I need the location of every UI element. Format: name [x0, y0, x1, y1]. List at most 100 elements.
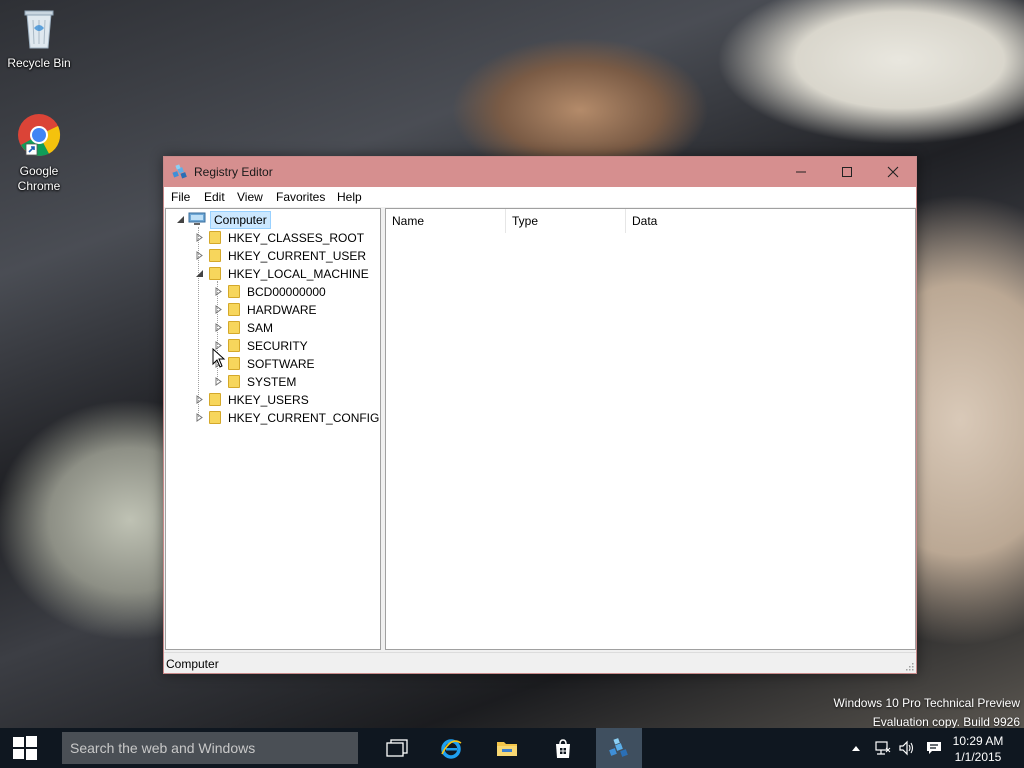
menu-bar: File Edit View Favorites Help: [164, 187, 916, 207]
minimize-button[interactable]: [778, 157, 824, 187]
taskbar-store[interactable]: [540, 728, 586, 768]
chrome-icon: [2, 112, 76, 162]
folder-icon: [228, 321, 240, 334]
tree-node-label: SOFTWARE: [247, 357, 315, 371]
search-box[interactable]: [62, 732, 358, 764]
column-header-name[interactable]: Name: [386, 209, 506, 233]
close-icon: [887, 166, 899, 178]
tree-node-hkey-current-config[interactable]: HKEY_CURRENT_CONFIG: [195, 409, 395, 427]
watermark: Windows 10 Pro Technical Preview Evaluat…: [720, 694, 1020, 732]
menu-file[interactable]: File: [171, 190, 190, 204]
expand-arrow-icon[interactable]: [214, 305, 223, 314]
start-button[interactable]: [0, 728, 50, 768]
folder-icon: [228, 285, 240, 298]
title-bar[interactable]: Registry Editor: [164, 157, 916, 187]
tree-node-label: Computer: [210, 211, 271, 229]
windows-logo-icon: [13, 736, 37, 760]
registry-editor-icon: [172, 164, 188, 183]
taskbar-internet-explorer[interactable]: [428, 728, 474, 768]
tree-node-label: SAM: [247, 321, 274, 335]
column-header-data[interactable]: Data: [626, 209, 915, 233]
task-view-icon: [386, 739, 408, 757]
folder-icon: [209, 267, 221, 280]
notifications-icon[interactable]: [926, 740, 942, 756]
volume-icon[interactable]: [898, 740, 916, 756]
desktop-icon-label: Recycle Bin: [7, 56, 71, 70]
window-title: Registry Editor: [194, 165, 273, 179]
expand-arrow-icon[interactable]: [195, 413, 204, 422]
tree-node-label: HKEY_LOCAL_MACHINE: [228, 267, 369, 281]
folder-icon: [228, 357, 240, 370]
tree-node-label: HKEY_USERS: [228, 393, 309, 407]
taskbar-file-explorer[interactable]: [484, 728, 530, 768]
tree-node-hardware[interactable]: HARDWARE: [214, 301, 414, 319]
menu-edit[interactable]: Edit: [204, 190, 225, 204]
folder-icon: [228, 339, 240, 352]
tree-node-label: HKEY_CURRENT_CONFIG: [228, 411, 380, 425]
expand-arrow-icon[interactable]: [195, 395, 204, 404]
collapse-arrow-icon[interactable]: [176, 215, 185, 224]
tree-node-sam[interactable]: SAM: [214, 319, 414, 337]
close-button[interactable]: [870, 157, 916, 187]
search-input[interactable]: [62, 732, 358, 764]
status-bar: Computer: [164, 652, 916, 673]
column-header-type[interactable]: Type: [506, 209, 626, 233]
computer-icon: [188, 212, 206, 229]
tree-node-hkey-current-user[interactable]: HKEY_CURRENT_USER: [195, 247, 395, 265]
folder-icon: [209, 249, 221, 262]
collapse-arrow-icon[interactable]: [195, 269, 204, 278]
show-hidden-icons-icon[interactable]: [851, 744, 861, 752]
network-icon[interactable]: [874, 740, 892, 756]
maximize-icon: [842, 167, 852, 177]
status-path: Computer: [166, 657, 219, 671]
folder-icon: [209, 231, 221, 244]
clock[interactable]: 10:29 AM 1/1/2015: [950, 733, 1006, 765]
maximize-button[interactable]: [824, 157, 870, 187]
menu-view[interactable]: View: [237, 190, 263, 204]
folder-icon: [209, 393, 221, 406]
registry-values-pane[interactable]: Name Type Data: [385, 208, 916, 650]
menu-help[interactable]: Help: [337, 190, 362, 204]
taskbar-registry-editor[interactable]: [596, 728, 642, 768]
tree-node-label: HARDWARE: [247, 303, 317, 317]
clock-time: 10:29 AM: [952, 734, 1004, 748]
expand-arrow-icon[interactable]: [195, 251, 204, 260]
expand-arrow-icon[interactable]: [214, 377, 223, 386]
tree-node-label: SECURITY: [247, 339, 308, 353]
tree-node-software[interactable]: SOFTWARE: [214, 355, 414, 373]
task-view-button[interactable]: [374, 728, 420, 768]
folder-icon: [228, 375, 240, 388]
tree-node-bcd00000000[interactable]: BCD00000000: [214, 283, 414, 301]
desktop-icon-label: Google Chrome: [17, 164, 61, 193]
expand-arrow-icon[interactable]: [214, 323, 223, 332]
tree-node-hkey-local-machine[interactable]: HKEY_LOCAL_MACHINE: [195, 265, 395, 283]
tree-node-system[interactable]: SYSTEM: [214, 373, 414, 391]
registry-tree-pane[interactable]: Computer HKEY_CLASSES_ROOT HKEY_CURRENT_…: [165, 208, 381, 650]
tree-node-label: BCD00000000: [247, 285, 326, 299]
resize-grip-icon[interactable]: [904, 661, 914, 671]
store-icon: [556, 739, 570, 758]
expand-arrow-icon[interactable]: [214, 287, 223, 296]
taskbar: 10:29 AM 1/1/2015: [0, 728, 1024, 768]
tree-node-computer[interactable]: Computer: [176, 211, 376, 229]
mouse-cursor-icon: [212, 348, 226, 368]
registry-editor-window: Registry Editor File Edit View Favorites…: [163, 156, 917, 674]
clock-date: 1/1/2015: [954, 750, 1002, 764]
folder-icon: [228, 303, 240, 316]
registry-editor-icon: [609, 738, 628, 757]
tree-node-hkey-users[interactable]: HKEY_USERS: [195, 391, 395, 409]
desktop-icon-google-chrome[interactable]: Google Chrome: [2, 112, 76, 194]
folder-icon: [209, 411, 221, 424]
desktop-icon-recycle-bin[interactable]: Recycle Bin: [2, 6, 76, 71]
system-tray: 10:29 AM 1/1/2015: [846, 728, 1024, 768]
minimize-icon: [796, 171, 806, 173]
expand-arrow-icon[interactable]: [195, 233, 204, 242]
menu-favorites[interactable]: Favorites: [276, 190, 325, 204]
tree-node-hkey-classes-root[interactable]: HKEY_CLASSES_ROOT: [195, 229, 395, 247]
tree-node-security[interactable]: SECURITY: [214, 337, 414, 355]
tree-node-label: HKEY_CURRENT_USER: [228, 249, 367, 263]
tree-node-label: SYSTEM: [247, 375, 297, 389]
file-explorer-icon: [497, 742, 517, 756]
tree-node-label: HKEY_CLASSES_ROOT: [228, 231, 365, 245]
watermark-line: Windows 10 Pro Technical Preview: [833, 696, 1020, 710]
